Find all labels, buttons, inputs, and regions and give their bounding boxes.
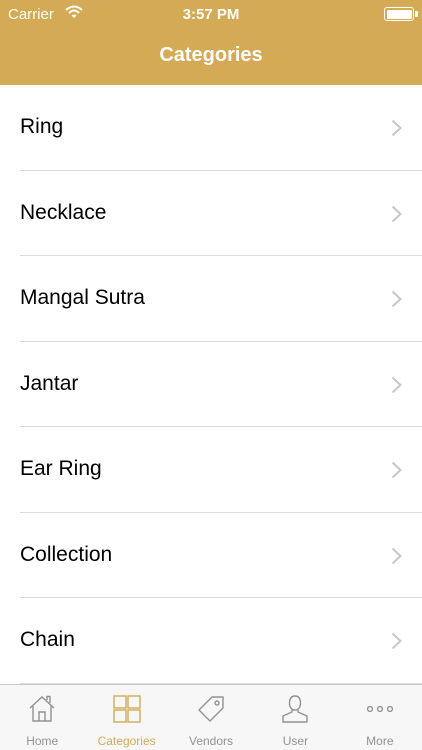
tab-label: Categories	[97, 734, 156, 748]
chevron-right-icon	[391, 632, 402, 650]
status-bar: Carrier 3:57 PM	[0, 0, 422, 30]
tab-home[interactable]: Home	[0, 685, 84, 750]
category-label: Necklace	[20, 200, 107, 224]
tab-categories[interactable]: Categories	[84, 685, 168, 750]
user-icon	[282, 695, 309, 723]
list-item[interactable]: Mangal Sutra	[0, 256, 422, 342]
category-label: Ear Ring	[20, 457, 102, 480]
list-item[interactable]: Ear Ring	[0, 427, 422, 513]
category-label: Jantar	[20, 371, 79, 395]
chevron-right-icon	[391, 290, 402, 308]
battery-icon	[384, 7, 414, 21]
category-list: Ring Necklace Mangal Sutra Jantar Ear Ri…	[0, 85, 422, 684]
grid-icon	[112, 695, 141, 723]
tab-label: Home	[26, 734, 59, 748]
tab-vendors[interactable]: Vendors	[169, 685, 253, 750]
battery-tip	[415, 11, 418, 17]
chevron-right-icon	[391, 461, 402, 479]
more-icon	[366, 705, 393, 713]
chevron-right-icon	[391, 205, 402, 222]
chevron-right-icon	[391, 376, 402, 393]
category-label: Collection	[20, 542, 113, 566]
page-title: Categories	[159, 44, 263, 66]
list-item[interactable]: Chain	[0, 598, 422, 684]
home-icon	[29, 695, 55, 722]
category-label: Chain	[20, 628, 75, 651]
category-label: Mangal Sutra	[20, 286, 145, 309]
list-item[interactable]: Jantar	[0, 342, 422, 428]
tab-more[interactable]: More	[338, 685, 422, 750]
navigation-bar: Carrier 3:57 PM Categories	[0, 0, 422, 85]
tab-bar: Home Categories Vendors User More	[0, 684, 422, 750]
category-label: Ring	[20, 115, 64, 138]
tab-label: User	[282, 734, 309, 748]
status-time: 3:57 PM	[182, 6, 240, 23]
tab-label: Vendors	[188, 734, 234, 748]
tab-user[interactable]: User	[253, 685, 337, 750]
chevron-right-icon	[391, 547, 402, 564]
list-item[interactable]: Collection	[0, 513, 422, 599]
tab-label: More	[366, 734, 394, 748]
list-item[interactable]: Necklace	[0, 171, 422, 257]
tag-icon	[198, 696, 224, 722]
list-item[interactable]: Ring	[0, 85, 422, 171]
chevron-right-icon	[391, 119, 402, 137]
